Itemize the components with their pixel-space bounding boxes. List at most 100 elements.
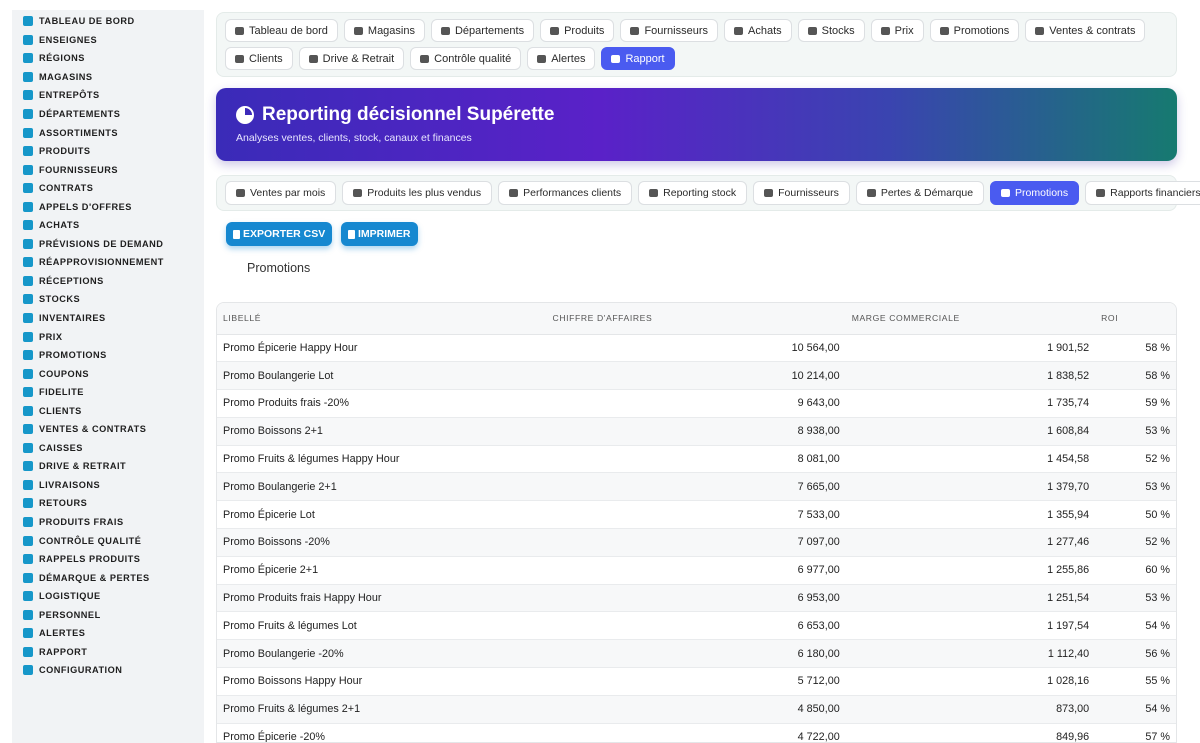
sidebar-item-24[interactable]: Drive & retrait (12, 457, 204, 476)
sidebar-item-30[interactable]: Démarque & pertes (12, 568, 204, 587)
ticket-icon (23, 368, 33, 379)
sidebar-item-34[interactable]: Rapport (12, 643, 204, 662)
topnav-item-14[interactable]: Rapport (601, 47, 675, 70)
sidebar-item-8[interactable]: Fournisseurs (12, 160, 204, 179)
sidebar-item-7[interactable]: Produits (12, 142, 204, 161)
report-tab-7[interactable]: Rapports financiers (1085, 181, 1200, 205)
topnav-item-3[interactable]: Produits (540, 19, 615, 42)
cell-marge: 1 454,58 (1047, 453, 1090, 466)
sidebar-item-label: Produits frais (39, 517, 124, 528)
sidebar-item-35[interactable]: Configuration (12, 661, 204, 680)
nav-icon (649, 189, 659, 197)
sidebar-item-20[interactable]: Fidelite (12, 383, 204, 402)
sidebar-item-9[interactable]: Contrats (12, 179, 204, 198)
column-header-marge[interactable]: Marge commerciale (845, 303, 1096, 335)
nav-icon (235, 54, 244, 63)
sidebar-item-label: Personnel (39, 609, 101, 620)
report-tab-5[interactable]: Pertes & Démarque (855, 181, 985, 205)
report-tab-label: Performances clients (523, 187, 622, 199)
nav-icon (550, 26, 560, 35)
column-header-roi[interactable]: ROI (1095, 303, 1176, 335)
cell-roi: 59 % (1145, 397, 1170, 410)
report-banner: Reporting décisionnel Supérette Analyses… (216, 88, 1177, 161)
topnav-item-7[interactable]: Prix (870, 19, 924, 42)
cell-libelle: Promo Épicerie Lot (223, 508, 315, 521)
sidebar-item-29[interactable]: Rappels produits (12, 550, 204, 569)
topnav-item-8[interactable]: Promotions (929, 19, 1020, 42)
sidebar-item-6[interactable]: Assortiments (12, 123, 204, 142)
sidebar-item-16[interactable]: Inventaires (12, 309, 204, 328)
topnav-item-12[interactable]: Contrôle qualité (410, 47, 522, 70)
report-tab-6[interactable]: Promotions (990, 181, 1080, 205)
report-tab-3[interactable]: Reporting stock (638, 181, 748, 205)
topnav-item-13[interactable]: Alertes (527, 47, 596, 70)
topnav-item-6[interactable]: Stocks (797, 19, 865, 42)
sidebar-item-17[interactable]: Prix (12, 327, 204, 346)
topnav-item-5[interactable]: Achats (724, 19, 792, 42)
sidebar-item-label: Clients (39, 405, 82, 416)
report-tab-label: Reporting stock (663, 187, 737, 199)
sidebar-item-27[interactable]: Produits frais (12, 513, 204, 532)
sidebar-item-14[interactable]: Réceptions (12, 272, 204, 291)
report-tab-1[interactable]: Produits les plus vendus (342, 181, 493, 205)
sidebar-item-32[interactable]: Personnel (12, 606, 204, 625)
sidebar-item-4[interactable]: Entrepôts (12, 86, 204, 105)
topnav-item-11[interactable]: Drive & Retrait (298, 47, 405, 70)
sidebar-item-25[interactable]: Livraisons (12, 476, 204, 495)
section-title: Promotions (247, 261, 311, 275)
table-row: Promo Boulangerie 2+1 7 665,00 1 379,70 53 … (217, 472, 1176, 501)
sidebar-item-18[interactable]: Promotions (12, 346, 204, 365)
column-header-chiffre-affaires[interactable]: Chiffre d'affaires (546, 303, 846, 335)
column-header-libelle[interactable]: Libellé (217, 303, 547, 335)
sidebar-item-3[interactable]: Magasins (12, 68, 204, 87)
sidebar-item-13[interactable]: Réapprovisionnement (12, 253, 204, 272)
sidebar-item-5[interactable]: Départements (12, 105, 204, 124)
print-button[interactable]: IMPRIMER (341, 222, 418, 246)
sidebar-item-21[interactable]: Clients (12, 401, 204, 420)
nav-icon (734, 26, 744, 35)
warning-icon (23, 554, 33, 565)
report-tab-2[interactable]: Performances clients (498, 181, 633, 205)
sidebar-item-2[interactable]: Régions (12, 49, 204, 68)
banner-title-row: Reporting décisionnel Supérette (236, 104, 1157, 126)
topnav-item-10[interactable]: Clients (225, 47, 293, 70)
sidebar-item-1[interactable]: Enseignes (12, 31, 204, 50)
cell-roi: 55 % (1145, 675, 1170, 688)
table-row: Promo Produits frais Happy Hour 6 953,00 1… (217, 584, 1176, 612)
sidebar-item-28[interactable]: Contrôle qualité (12, 531, 204, 550)
sidebar-item-33[interactable]: Alertes (12, 624, 204, 643)
sidebar-item-10[interactable]: Appels d'offres (12, 197, 204, 216)
topnav-item-label: Fournisseurs (644, 24, 709, 37)
sidebar-item-31[interactable]: Logistique (12, 587, 204, 606)
sidebar-item-23[interactable]: Caisses (12, 439, 204, 458)
report-tab-0[interactable]: Ventes par mois (225, 181, 337, 205)
chart-icon (23, 238, 33, 249)
sidebar-item-11[interactable]: Achats (12, 216, 204, 235)
sidebar-item-22[interactable]: Ventes & contrats (12, 420, 204, 439)
topnav-item-0[interactable]: Tableau de bord (225, 19, 338, 42)
nav-icon (353, 189, 363, 197)
cell-chiffre-affaires: 7 097,00 (797, 536, 840, 549)
report-tab-label: Pertes & Démarque (880, 187, 974, 199)
cell-chiffre-affaires: 4 850,00 (797, 703, 840, 716)
topnav-item-1[interactable]: Magasins (343, 19, 425, 42)
topnav-item-9[interactable]: Ventes & contrats (1025, 19, 1146, 42)
sidebar-item-26[interactable]: Retours (12, 494, 204, 513)
print-label: IMPRIMER (358, 228, 411, 240)
leaf-icon (23, 517, 33, 528)
sidebar-item-12[interactable]: Prévisions de demand (12, 235, 204, 254)
cell-marge: 1 197,54 (1047, 619, 1090, 632)
export-csv-label: EXPORTER CSV (243, 228, 326, 240)
sidebar-item-label: Inventaires (39, 313, 106, 324)
sidebar-item-19[interactable]: Coupons (12, 364, 204, 383)
sidebar-item-15[interactable]: Stocks (12, 290, 204, 309)
nav-icon (1001, 189, 1011, 197)
sidebar-item-label: Logistique (39, 591, 101, 602)
topnav-item-4[interactable]: Fournisseurs (620, 19, 719, 42)
cell-marge: 1 608,84 (1047, 425, 1090, 438)
topnav-item-2[interactable]: Départements (430, 19, 535, 42)
export-csv-button[interactable]: EXPORTER CSV (226, 222, 333, 246)
sidebar-item-0[interactable]: Tableau de bord (12, 12, 204, 31)
topnav-item-label: Stocks (821, 24, 855, 37)
report-tab-4[interactable]: Fournisseurs (753, 181, 850, 205)
